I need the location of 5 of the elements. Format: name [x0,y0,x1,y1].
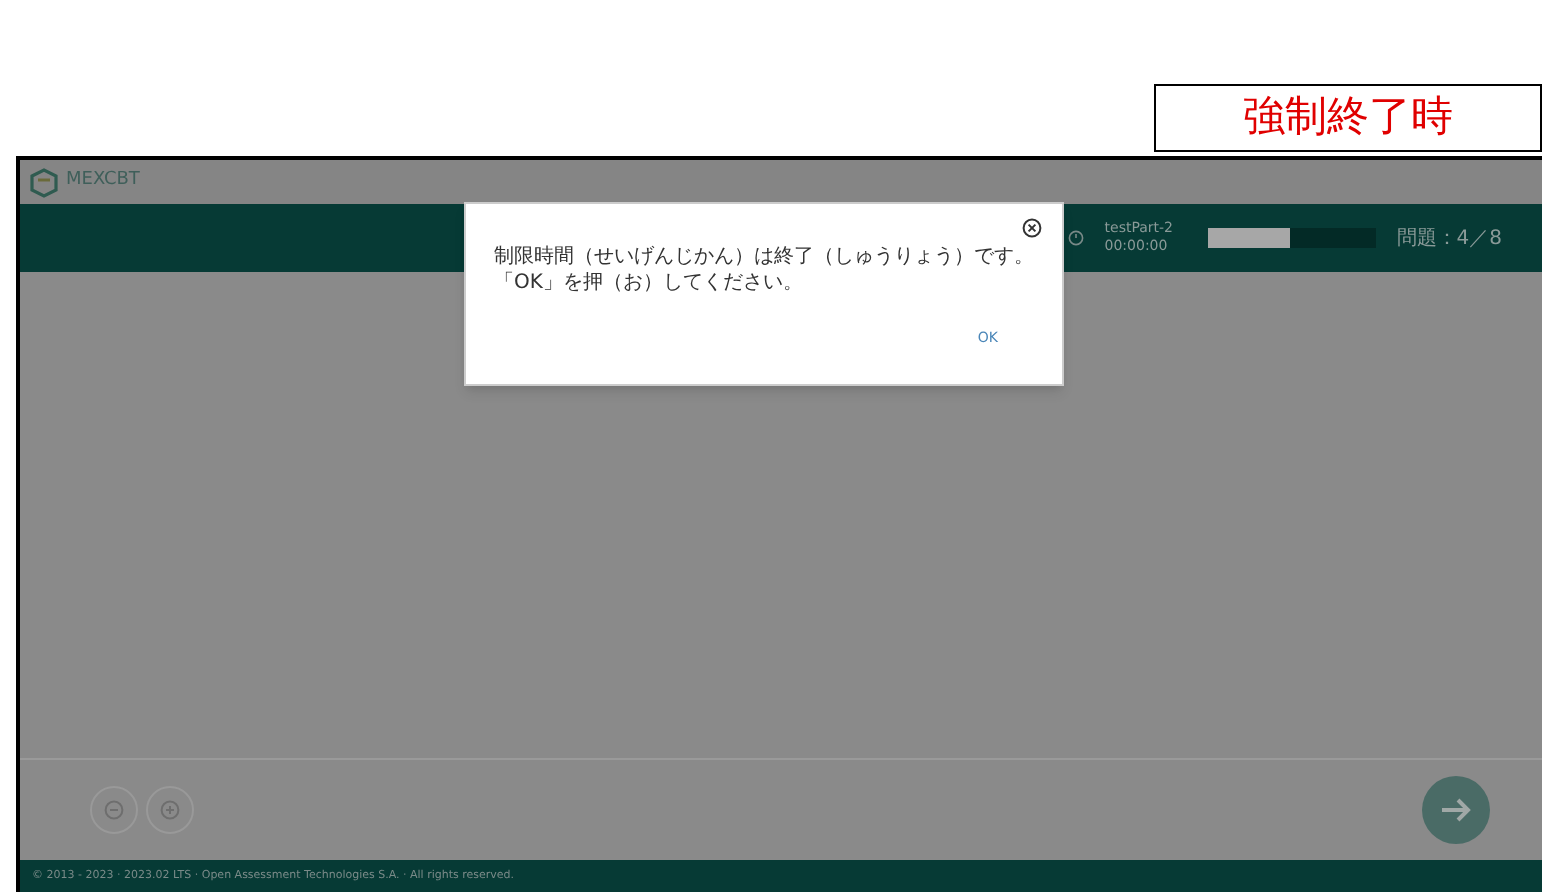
caption-label: 強制終了時 [1154,84,1542,152]
logo-text: MEXCBT [66,168,140,195]
question-counter: 問題：4／8 [1396,225,1502,253]
dialog-message-line: 「OK」を押（お）してください。 [494,270,805,296]
dialog-message-line: 制限時間（せいげんじかん）は終了（しゅうりょう）です。 [494,244,1034,270]
